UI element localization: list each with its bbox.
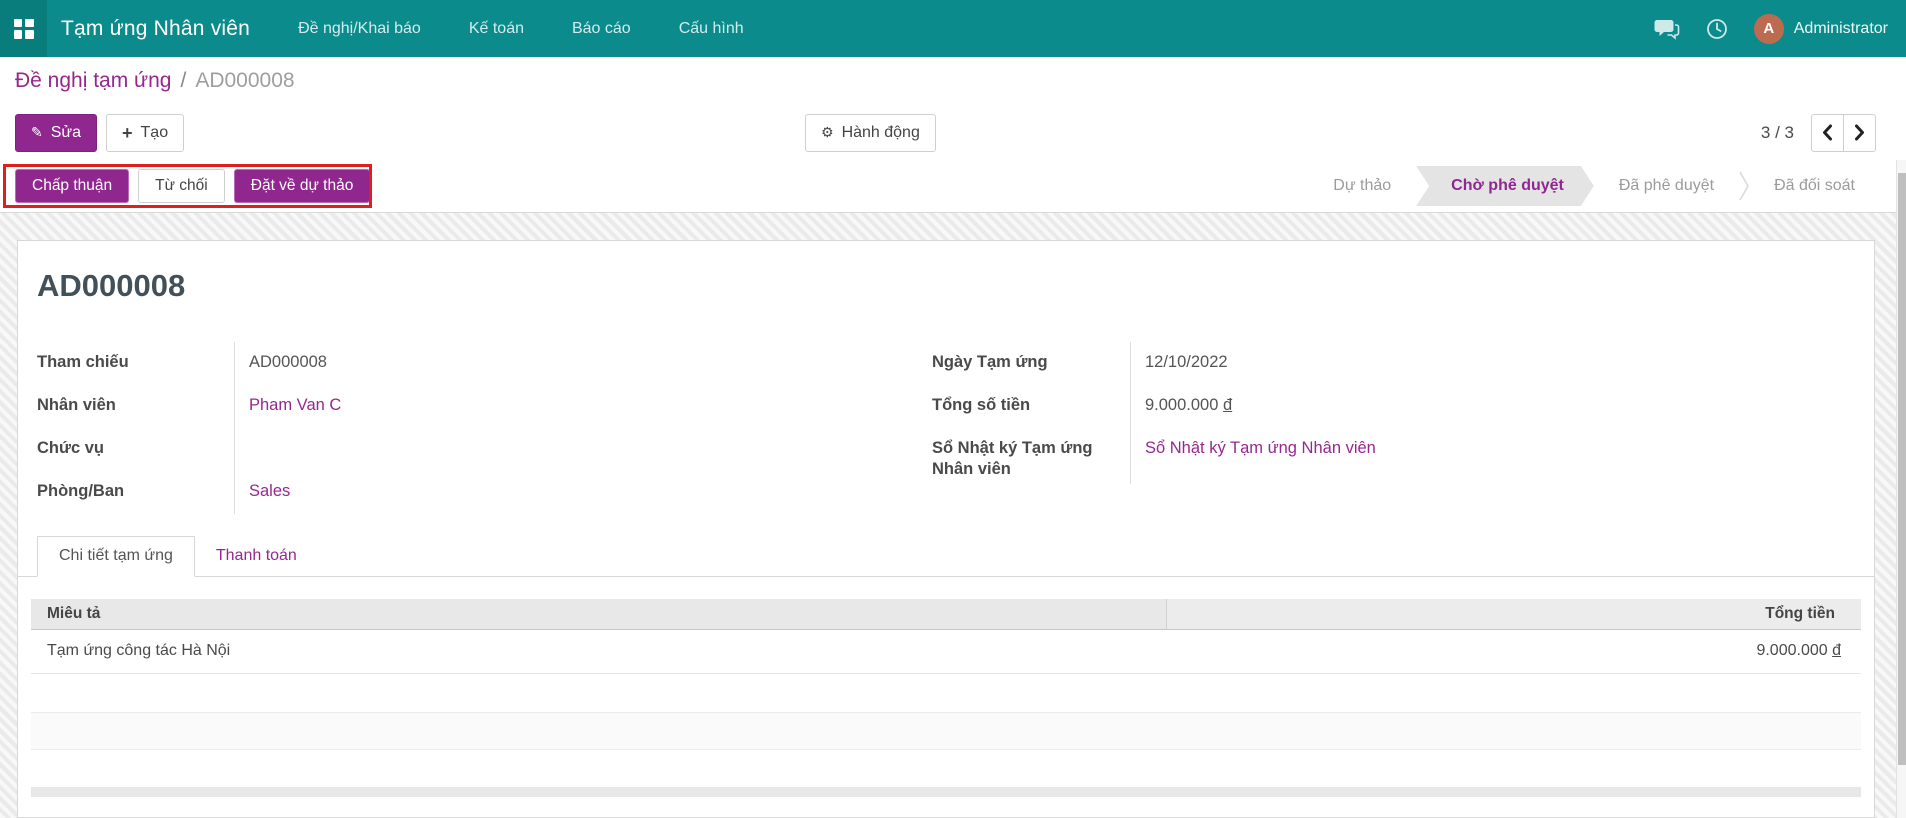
empty-row	[31, 712, 1861, 750]
currency-symbol: đ	[1832, 642, 1841, 660]
field-label: Phòng/Ban	[37, 481, 125, 500]
tab-thanh-toan[interactable]: Thanh toán	[195, 536, 318, 576]
statusbar-row: Chấp thuận Từ chối Đặt về dự thảo Dự thả…	[0, 160, 1906, 213]
chevron-left-icon	[1823, 124, 1832, 141]
field-row-ngay-tam-ung: Ngày Tạm ứng 12/10/2022	[932, 341, 1855, 385]
chevron-right-icon	[1855, 124, 1864, 141]
menu-item-ke-toan[interactable]: Kế toán	[469, 20, 524, 38]
top-navbar: Tạm ứng Nhân viên Đề nghị/Khai báo Kế to…	[0, 0, 1906, 57]
statusbar-state-cho-phe-duyet[interactable]: Chờ phê duyệt	[1416, 166, 1594, 206]
breadcrumb: Đề nghị tạm ứng / AD000008	[0, 57, 1906, 105]
field-label: Nhân viên	[37, 395, 116, 414]
set-to-draft-button[interactable]: Đặt về dự thảo	[233, 169, 371, 203]
field-label: Tổng số tiền	[932, 395, 1031, 414]
field-group-right: Ngày Tạm ứng 12/10/2022 Tổng số tiền 9.0…	[932, 341, 1855, 514]
app-title[interactable]: Tạm ứng Nhân viên	[61, 17, 250, 41]
record-title: AD000008	[37, 268, 186, 303]
edit-button[interactable]: ✎ Sửa	[15, 113, 98, 152]
notebook-tabs: Chi tiết tạm ứng Thanh toán	[18, 535, 1874, 577]
statusbar-state-da-phe-duyet[interactable]: Đã phê duyệt	[1594, 166, 1739, 206]
table-header: Miêu tả Tổng tiền	[31, 598, 1861, 630]
pencil-icon: ✎	[31, 124, 43, 140]
field-groups: Tham chiếu AD000008 Nhân viên Pham Van C…	[18, 341, 1874, 514]
record-pager: 3 / 3	[1760, 113, 1876, 152]
pager-count: 3 / 3	[1760, 122, 1794, 142]
apps-grid-icon	[13, 18, 34, 39]
tab-chi-tiet-tam-ung[interactable]: Chi tiết tạm ứng	[37, 535, 195, 577]
create-button-label: Tạo	[140, 123, 169, 141]
approve-button[interactable]: Chấp thuận	[15, 169, 130, 203]
action-button-label: Hành động	[841, 123, 920, 141]
menu-item-cau-hinh[interactable]: Cấu hình	[679, 20, 744, 38]
pager-next-button[interactable]	[1843, 113, 1876, 152]
apps-menu-button[interactable]	[0, 0, 47, 57]
pager-buttons	[1811, 113, 1876, 152]
field-value: 12/10/2022	[1130, 341, 1855, 385]
currency-symbol: đ	[1223, 395, 1233, 414]
statusbar-state-du-thao[interactable]: Dự thảo	[1308, 166, 1416, 206]
user-menu[interactable]: A Administrator	[1753, 13, 1888, 44]
scrollbar-thumb[interactable]	[1898, 173, 1906, 765]
field-group-left: Tham chiếu AD000008 Nhân viên Pham Van C…	[37, 341, 932, 514]
table-row[interactable]: Tạm ứng công tác Hà Nội 9.000.000 đ	[31, 630, 1861, 674]
plus-icon: +	[122, 122, 133, 143]
table-footer-strip	[31, 786, 1861, 797]
activity-clock-icon[interactable]	[1704, 17, 1730, 41]
employee-link[interactable]: Pham Van C	[249, 396, 341, 414]
action-menu-button[interactable]: ⚙ Hành động	[805, 113, 936, 152]
statusbar-separator-icon	[1739, 171, 1749, 201]
empty-row	[31, 750, 1861, 787]
menu-item-de-nghi-khai-bao[interactable]: Đề nghị/Khai báo	[298, 20, 421, 38]
navbar-right: A Administrator	[1654, 13, 1888, 44]
advance-lines-table: Miêu tả Tổng tiền Tạm ứng công tác Hà Nộ…	[31, 598, 1861, 797]
pager-previous-button[interactable]	[1811, 113, 1844, 152]
gear-icon: ⚙	[821, 124, 834, 140]
column-header-description[interactable]: Miêu tả	[31, 605, 1166, 623]
field-row-chuc-vu: Chức vụ	[37, 427, 932, 471]
form-view-background: AD000008 Tham chiếu AD000008 Nhân viên P…	[0, 213, 1906, 818]
edit-button-label: Sửa	[50, 123, 82, 141]
field-row-so-nhat-ky: Sổ Nhật ký Tạm ứng Nhân viên Sổ Nhật ký …	[932, 427, 1855, 484]
user-name: Administrator	[1793, 19, 1888, 37]
field-row-tong-so-tien: Tổng số tiền 9.000.000 đ	[932, 384, 1855, 428]
field-label: Chức vụ	[37, 438, 104, 457]
refuse-button[interactable]: Từ chối	[138, 169, 225, 203]
workflow-buttons: Chấp thuận Từ chối Đặt về dự thảo	[15, 169, 371, 203]
breadcrumb-parent-link[interactable]: Đề nghị tạm ứng	[15, 69, 171, 93]
field-row-tham-chieu: Tham chiếu AD000008	[37, 341, 932, 385]
column-header-amount[interactable]: Tổng tiền	[1166, 598, 1861, 629]
field-row-phong-ban: Phòng/Ban Sales	[37, 470, 932, 514]
breadcrumb-current: AD000008	[195, 69, 295, 92]
field-value: 9.000.000 đ	[1130, 384, 1855, 428]
statusbar: Dự thảo Chờ phê duyệt Đã phê duyệt Đã đố…	[1308, 160, 1880, 212]
field-value	[234, 427, 932, 471]
empty-row	[31, 674, 1861, 713]
breadcrumb-separator: /	[180, 69, 187, 92]
menu-item-bao-cao[interactable]: Báo cáo	[572, 20, 631, 38]
cell-amount: 9.000.000 đ	[1756, 642, 1841, 660]
control-panel-buttons: ✎ Sửa + Tạo ⚙ Hành động 3 / 3	[0, 105, 1906, 160]
vertical-scrollbar[interactable]	[1896, 160, 1906, 818]
journal-link[interactable]: Sổ Nhật ký Tạm ứng Nhân viên	[1145, 439, 1376, 457]
messages-icon[interactable]	[1654, 17, 1680, 41]
cell-description: Tạm ứng công tác Hà Nội	[47, 642, 231, 660]
field-label: Sổ Nhật ký Tạm ứng Nhân viên	[932, 438, 1093, 479]
form-sheet: AD000008 Tham chiếu AD000008 Nhân viên P…	[17, 240, 1875, 818]
field-label: Ngày Tạm ứng	[932, 352, 1048, 371]
field-label: Tham chiếu	[37, 352, 129, 371]
field-value: AD000008	[234, 341, 932, 385]
create-button[interactable]: + Tạo	[106, 113, 185, 152]
main-menu: Đề nghị/Khai báo Kế toán Báo cáo Cấu hìn…	[298, 20, 744, 38]
statusbar-state-da-doi-soat[interactable]: Đã đối soát	[1749, 166, 1880, 206]
user-avatar: A	[1753, 13, 1784, 44]
department-link[interactable]: Sales	[249, 482, 290, 500]
field-row-nhan-vien: Nhân viên Pham Van C	[37, 384, 932, 428]
